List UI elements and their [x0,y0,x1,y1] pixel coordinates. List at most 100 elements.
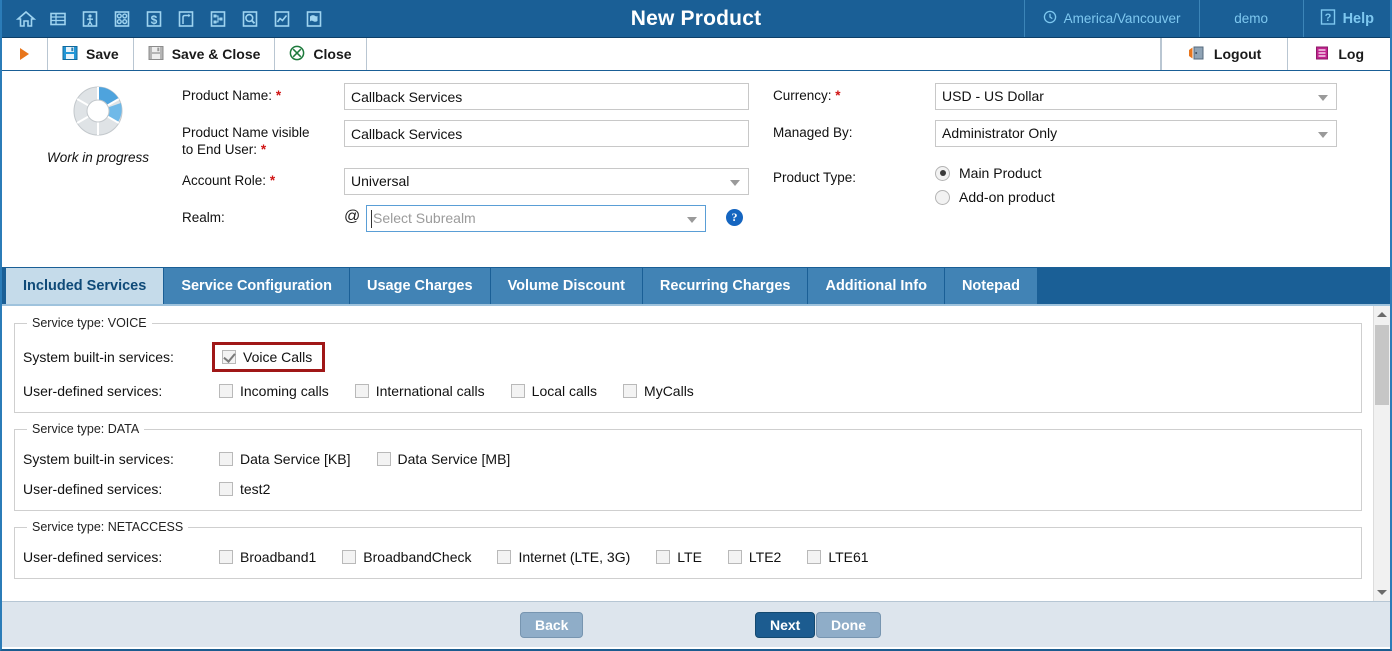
vertical-scrollbar[interactable] [1373,306,1390,601]
checkbox-internet-lte-3g[interactable]: Internet (LTE, 3G) [497,549,630,565]
required-marker: * [275,88,282,103]
checkbox-data-service-mb-label: Data Service [MB] [397,451,511,467]
done-button[interactable]: Done [816,611,881,638]
checkbox-data-service-mb[interactable]: Data Service [MB] [376,451,511,467]
currency-select[interactable]: USD - US Dollar [935,83,1337,110]
toolbar-spacer [367,38,1161,70]
required-marker: * [260,142,267,157]
checkbox-local-calls[interactable]: Local calls [510,383,597,399]
checkbox-data-service-kb[interactable]: Data Service [KB] [219,451,351,467]
netaccess-userdefined-label: User-defined services: [23,549,163,565]
tab-usage-charges[interactable]: Usage Charges [349,268,491,304]
close-icon [289,45,305,64]
nodes-icon[interactable] [202,0,233,38]
service-group-voice-legend: Service type: VOICE [32,316,147,330]
checkbox-incoming-calls[interactable]: Incoming calls [219,383,329,399]
svg-text:$: $ [150,13,157,27]
managed-by-select[interactable]: Administrator Only [935,120,1337,147]
radio-main-product-label: Main Product [959,165,1042,181]
checkbox-test2[interactable]: test2 [219,481,270,497]
tab-notepad[interactable]: Notepad [944,268,1038,304]
checkbox-test2-box [219,482,233,496]
chevron-down-icon [1318,132,1328,138]
data-builtin-row: System built-in services: Data Service [… [23,448,1353,470]
tab-included-services[interactable]: Included Services [6,268,165,304]
chevron-down-icon [1318,95,1328,101]
svg-text:?: ? [1324,12,1331,24]
top-right-group: America/Vancouver demo ? Help [1023,0,1390,37]
search-icon[interactable] [234,0,265,38]
run-button[interactable] [2,38,48,70]
checkbox-international-calls-label: International calls [375,383,485,399]
timezone-indicator[interactable]: America/Vancouver [1023,0,1199,37]
tab-recurring-charges[interactable]: Recurring Charges [642,268,809,304]
radio-main-product-indicator [935,165,950,181]
field-product-name-end-user: Product Name visible to End User: * [182,120,749,158]
scroll-up-button[interactable] [1374,306,1390,323]
checkbox-voice-calls[interactable]: Voice Calls [222,349,312,365]
user-menu[interactable]: demo [1198,0,1303,37]
user-label: demo [1234,11,1268,26]
save-button[interactable]: Save [48,38,134,70]
product-name-end-user-input[interactable] [344,120,749,147]
checkbox-broadbandcheck[interactable]: BroadbandCheck [342,549,471,565]
save-label: Save [86,46,119,62]
play-icon [20,48,29,60]
field-managed-by: Managed By: Administrator Only [773,120,1337,147]
routing-icon[interactable] [170,0,201,38]
dollar-icon[interactable]: $ [138,0,169,38]
checkbox-broadband1[interactable]: Broadband1 [219,549,316,565]
checkbox-international-calls[interactable]: International calls [354,383,485,399]
included-services-panel: Service type: VOICE System built-in serv… [2,304,1390,601]
home-icon[interactable] [10,0,41,38]
checkbox-lte2[interactable]: LTE2 [727,549,782,565]
help-circle-icon[interactable]: ? [726,209,743,226]
person-icon[interactable] [74,0,105,38]
save-disabled-icon [148,45,164,64]
tab-volume-discount[interactable]: Volume Discount [490,268,643,304]
close-button[interactable]: Close [275,38,367,70]
tab-additional-info[interactable]: Additional Info [808,268,945,304]
checkbox-lte2-label: LTE2 [748,549,782,565]
checkbox-lte[interactable]: LTE [656,549,702,565]
radio-add-on-product[interactable]: Add-on product [935,189,1055,205]
tab-label: Notepad [961,278,1020,294]
chevron-down-icon [730,180,740,186]
currency-label: Currency: * [773,83,935,104]
product-type-radio-group: Main Product Add-on product [935,165,1055,213]
scroll-down-button[interactable] [1374,584,1390,601]
globe-icon[interactable] [298,0,329,38]
chevron-down-icon [1377,590,1387,595]
account-role-select[interactable]: Universal [344,168,749,195]
netaccess-userdefined-checkboxes: Broadband1 BroadbandCheck Internet (LTE,… [219,549,895,565]
nav-icon-group: $ [2,0,329,37]
checkbox-broadband1-box [219,550,233,564]
checkbox-voice-calls-box [222,350,236,364]
checkbox-data-service-mb-box [376,452,391,466]
checkbox-lte61-label: LTE61 [828,549,869,565]
list-icon[interactable] [42,0,73,38]
clock-icon [1043,10,1057,27]
radio-main-product[interactable]: Main Product [935,165,1055,181]
scrollbar-thumb[interactable] [1375,325,1389,405]
checkbox-mycalls[interactable]: MyCalls [623,383,694,399]
save-and-close-button[interactable]: Save & Close [134,38,276,70]
back-button[interactable]: Back [520,611,584,638]
grid-icon[interactable] [106,0,137,38]
help-button[interactable]: ? Help [1302,0,1390,37]
realm-label: Realm: [182,210,225,225]
product-name-input[interactable] [344,83,749,110]
status-indicator: Work in progress [24,83,172,165]
chart-icon[interactable] [266,0,297,38]
radio-add-on-product-label: Add-on product [959,189,1055,205]
data-userdefined-label: User-defined services: [23,481,163,497]
realm-select[interactable]: Select Subrealm [366,205,706,232]
tab-service-configuration[interactable]: Service Configuration [164,268,350,304]
log-button[interactable]: Log [1287,38,1390,70]
voice-userdefined-row: User-defined services: Incoming calls In… [23,380,1353,402]
next-button[interactable]: Next [755,611,816,638]
managed-by-value: Administrator Only [942,125,1058,141]
checkbox-lte61[interactable]: LTE61 [807,549,869,565]
logout-button[interactable]: Logout [1160,38,1287,70]
checkbox-voice-calls-label: Voice Calls [243,349,313,365]
